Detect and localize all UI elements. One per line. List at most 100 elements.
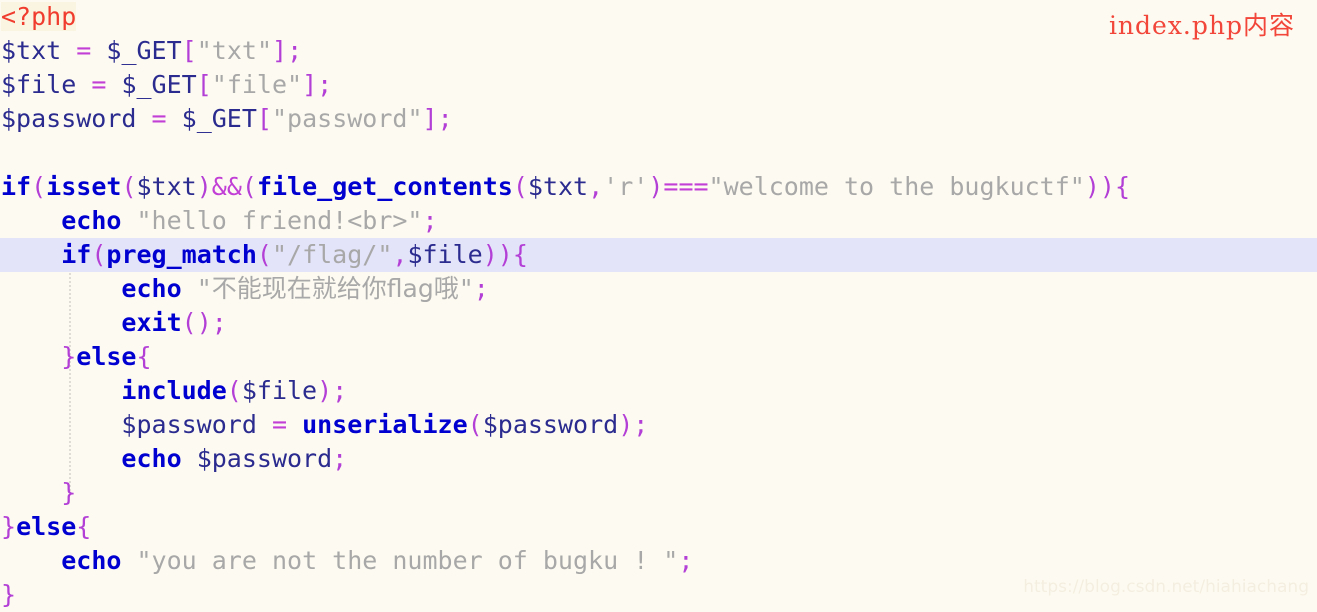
token-superglobal: $_GET xyxy=(106,36,182,65)
token-bracket: [ xyxy=(181,36,197,65)
token-variable: $file xyxy=(241,376,318,405)
token-brace: { xyxy=(136,342,152,371)
token-operator: = xyxy=(76,36,92,65)
token-comma: , xyxy=(588,172,604,201)
token-operator: === xyxy=(663,172,709,201)
code-line-3: $file = $_GET["file"]; xyxy=(0,68,1317,102)
token-paren: ) xyxy=(317,376,333,405)
token-comma: , xyxy=(392,240,408,269)
token-paren: ( xyxy=(467,410,483,439)
token-function: file_get_contents xyxy=(256,172,513,201)
code-line-6: if(isset($txt)&&(file_get_contents($txt,… xyxy=(0,170,1317,204)
token-brace: { xyxy=(1114,172,1131,201)
token-bracket: ] xyxy=(272,36,288,65)
token-brace: } xyxy=(61,342,77,371)
token-function: preg_match xyxy=(106,240,257,269)
token-keyword: if xyxy=(61,240,92,269)
token-paren: ) xyxy=(618,410,634,439)
token-string: "password" xyxy=(271,104,423,133)
token-brace: { xyxy=(512,240,528,269)
token-keyword: echo xyxy=(61,546,122,575)
token-operator: && xyxy=(211,172,242,201)
code-line-7: echo "hello friend!<br>"; xyxy=(0,204,1317,238)
token-bracket: [ xyxy=(256,104,272,133)
token-function: isset xyxy=(46,172,122,201)
token-keyword: echo xyxy=(121,444,182,473)
token-variable: $txt xyxy=(527,172,589,201)
token-keyword: include xyxy=(121,376,227,405)
watermark: https://blog.csdn.net/hiahiachang xyxy=(1023,577,1309,597)
token-bracket: [ xyxy=(196,70,212,99)
token-variable: $password xyxy=(196,444,333,473)
token-string: "txt" xyxy=(196,36,272,65)
token-semicolon: ; xyxy=(473,274,489,303)
token-variable: $password xyxy=(121,410,257,439)
token-paren: ( xyxy=(91,240,107,269)
token-string: "welcome to the bugkuctf" xyxy=(708,172,1085,201)
token-variable: $password xyxy=(482,410,619,439)
token-superglobal: $_GET xyxy=(121,70,197,99)
token-variable: $file xyxy=(407,240,483,269)
token-brace: { xyxy=(76,512,92,541)
token-paren: ( xyxy=(512,172,528,201)
code-lines: <?php $txt = $_GET["txt"]; $file = $_GET… xyxy=(0,0,1317,612)
code-line-8-highlighted: if(preg_match("/flag/",$file)){ xyxy=(0,238,1317,272)
token-superglobal: $_GET xyxy=(181,104,257,133)
token-semicolon: ; xyxy=(422,206,438,235)
token-string: "hello friend!<br>" xyxy=(136,206,423,235)
token-paren: () xyxy=(181,308,212,337)
token-string-quote: " xyxy=(458,274,474,303)
code-viewer: <?php $txt = $_GET["txt"]; $file = $_GET… xyxy=(0,0,1317,609)
token-paren: )) xyxy=(482,240,513,269)
token-semicolon: ; xyxy=(332,444,348,473)
code-line-9: echo "不能现在就给你flag哦"; xyxy=(0,272,1317,306)
token-string: "file" xyxy=(211,70,303,99)
code-line-11: }else{ xyxy=(0,340,1317,374)
token-paren: )) xyxy=(1084,172,1115,201)
token-keyword: else xyxy=(76,342,137,371)
code-line-10: exit(); xyxy=(0,306,1317,340)
token-bracket: ] xyxy=(422,104,438,133)
token-keyword: echo xyxy=(121,274,182,303)
token-brace: } xyxy=(1,580,17,609)
token-bracket: ] xyxy=(302,70,318,99)
token-string: "you are not the number of bugku ! " xyxy=(136,546,679,575)
token-brace: } xyxy=(1,512,17,541)
token-keyword: else xyxy=(16,512,77,541)
token-operator: = xyxy=(271,410,288,439)
code-line-16: }else{ xyxy=(0,510,1317,544)
token-keyword: echo xyxy=(61,206,122,235)
token-string-chinese: 不能现在就给你flag哦 xyxy=(211,274,459,303)
token-paren: ( xyxy=(121,172,137,201)
token-variable: $file xyxy=(1,70,77,99)
token-paren: ) xyxy=(648,172,664,201)
token-variable: $password xyxy=(1,104,137,133)
code-line-12: include($file); xyxy=(0,374,1317,408)
token-semicolon: ; xyxy=(287,36,303,65)
code-line-15: } xyxy=(0,476,1317,510)
token-semicolon: ; xyxy=(332,376,348,405)
token-semicolon: ; xyxy=(317,70,333,99)
token-paren: ( xyxy=(31,172,47,201)
token-operator: = xyxy=(151,104,167,133)
token-paren: ) xyxy=(196,172,212,201)
token-semicolon: ; xyxy=(678,546,694,575)
code-line-14: echo $password; xyxy=(0,442,1317,476)
token-variable: $txt xyxy=(1,36,62,65)
token-semicolon: ; xyxy=(633,410,649,439)
token-semicolon: ; xyxy=(211,308,227,337)
token-paren: ( xyxy=(241,172,257,201)
code-line-17: echo "you are not the number of bugku ! … xyxy=(0,544,1317,578)
